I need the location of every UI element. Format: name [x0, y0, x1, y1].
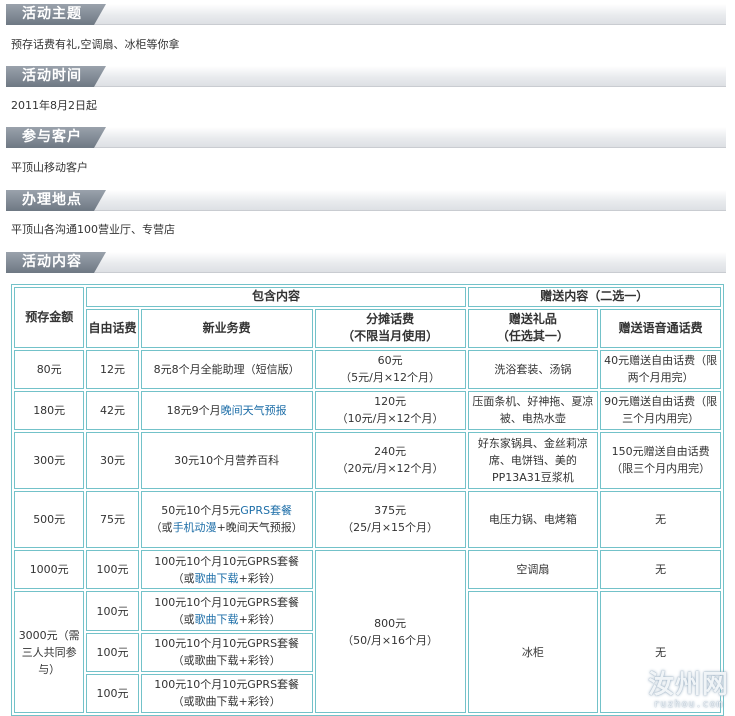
- watermark-en: ruzhou.com: [653, 699, 724, 710]
- cell-deposit: 1000元: [14, 550, 85, 590]
- cell-deposit: 180元: [14, 390, 85, 430]
- cell-split-fee: 240元 （20元/月×12个月）: [314, 431, 466, 489]
- promotion-table: 预存金额 包含内容 赠送内容（二选一） 自由话费 新业务费 分摊话费 （不限当月使…: [11, 284, 724, 716]
- section-title: 参与客户: [22, 129, 82, 145]
- page: 活动主题 预存话费有礼,空调扇、冰柜等你拿 活动时间 2011年8月2日起 参与…: [0, 0, 735, 716]
- header-new-service: 新业务费: [140, 308, 313, 348]
- cell-gift: 空调扇: [467, 550, 599, 590]
- section-title: 活动内容: [22, 254, 82, 270]
- table-row: 300元 30元 30元10个月营养百科 240元 （20元/月×12个月） 好东…: [14, 431, 721, 489]
- cell-new-service: 18元9个月晚间天气预报: [140, 390, 313, 430]
- section-title: 活动主题: [22, 6, 82, 22]
- gprs-package-link[interactable]: GPRS套餐: [240, 504, 292, 517]
- section-header-location: 办理地点: [6, 190, 726, 211]
- section-text-theme: 预存话费有礼,空调扇、冰柜等你拿: [11, 38, 180, 51]
- cell-split-fee: 60元 （5元/月×12个月）: [314, 349, 466, 389]
- cell-gift: 洗浴套装、汤锅: [467, 349, 599, 389]
- section-text-time: 2011年8月2日起: [11, 99, 97, 112]
- header-included: 包含内容: [86, 287, 466, 307]
- weather-forecast-link[interactable]: 晚间天气预报: [221, 404, 287, 417]
- cell-deposit: 300元: [14, 431, 85, 489]
- cell-split-fee: 120元 （10元/月×12个月）: [314, 390, 466, 430]
- section-text-location: 平顶山各沟通100营业厅、专营店: [11, 223, 175, 236]
- section-header-theme: 活动主题: [6, 4, 726, 25]
- section-title: 办理地点: [22, 192, 82, 208]
- cell-gift: 好东家锅具、金丝莉凉席、电饼铛、美的PP13A31豆浆机: [467, 431, 599, 489]
- cell-gift: 压面条机、好神拖、夏凉被、电热水壶: [467, 390, 599, 430]
- header-gift: 赠送礼品 （任选其一）: [467, 308, 599, 348]
- table-row: 1000元 100元 100元10个月10元GPRS套餐 （或歌曲下载+彩铃） 8…: [14, 550, 721, 713]
- cell-free-fee: 42元: [86, 390, 139, 430]
- section-text-customers: 平顶山移动客户: [11, 161, 88, 174]
- cell-voice-fee: 90元赠送自由话费（限三个月内用完）: [600, 390, 721, 430]
- table-row: 180元 42元 18元9个月晚间天气预报 120元 （10元/月×12个月） 压…: [14, 390, 721, 430]
- cell-new-service: 100元10个月10元GPRS套餐 （或歌曲下载+彩铃）: [140, 673, 313, 713]
- cell-split-fee-merged: 800元 （50/月×16个月）: [314, 550, 466, 713]
- site-watermark: 汝州网 ruzhou.com: [648, 671, 729, 710]
- cell-new-service: 100元10个月10元GPRS套餐 （或歌曲下载+彩铃）: [140, 591, 313, 631]
- cell-free-fee: 75元: [86, 490, 139, 549]
- cell-new-service: 8元8个月全能助理（短信版）: [140, 349, 313, 389]
- header-gift-group: 赠送内容（二选一）: [467, 287, 721, 307]
- header-free-fee: 自由话费: [86, 308, 139, 348]
- cell-deposit: 80元: [14, 349, 85, 389]
- cell-free-fee: 12元: [86, 349, 139, 389]
- cell-free-fee: 30元: [86, 431, 139, 489]
- section-header-customers: 参与客户: [6, 127, 726, 148]
- song-download-link[interactable]: 歌曲下载: [195, 572, 239, 585]
- cell-voice-fee: 150元赠送自由话费（限三个月内用完）: [600, 431, 721, 489]
- table-row: 80元 12元 8元8个月全能助理（短信版） 60元 （5元/月×12个月） 洗浴…: [14, 349, 721, 389]
- header-split-fee: 分摊话费 （不限当月使用）: [314, 308, 466, 348]
- cell-voice-fee: 40元赠送自由话费（限两个月用完）: [600, 349, 721, 389]
- cell-deposit: 3000元（需三人共同参与）: [14, 591, 85, 713]
- header-voice-fee: 赠送语音通话费: [600, 308, 721, 348]
- cell-split-fee: 375元 （25/月×15个月）: [314, 490, 466, 549]
- cell-voice-fee: 无: [600, 490, 721, 549]
- cell-new-service: 30元10个月营养百科: [140, 431, 313, 489]
- cell-gift: 冰柜: [467, 591, 599, 713]
- cell-free-fee: 100元: [86, 673, 139, 713]
- cell-free-fee: 100元: [86, 591, 139, 631]
- cell-new-service: 100元10个月10元GPRS套餐 （或歌曲下载+彩铃）: [140, 632, 313, 672]
- mobile-anime-link[interactable]: 手机动漫: [173, 521, 217, 534]
- watermark-cn: 汝州网: [647, 670, 729, 700]
- cell-new-service: 100元10个月10元GPRS套餐 （或歌曲下载+彩铃）: [140, 550, 313, 590]
- section-header-content: 活动内容: [6, 252, 726, 273]
- section-title: 活动时间: [22, 68, 82, 84]
- cell-gift: 电压力锅、电烤箱: [467, 490, 599, 549]
- song-download-link[interactable]: 歌曲下载: [195, 613, 239, 626]
- cell-new-service: 50元10个月5元GPRS套餐 （或手机动漫+晚间天气预报）: [140, 490, 313, 549]
- table-row: 500元 75元 50元10个月5元GPRS套餐 （或手机动漫+晚间天气预报） 3…: [14, 490, 721, 549]
- cell-deposit: 500元: [14, 490, 85, 549]
- cell-free-fee: 100元: [86, 632, 139, 672]
- header-deposit: 预存金额: [14, 287, 85, 348]
- cell-voice-fee: 无: [600, 550, 721, 590]
- section-header-time: 活动时间: [6, 66, 726, 87]
- cell-free-fee: 100元: [86, 550, 139, 590]
